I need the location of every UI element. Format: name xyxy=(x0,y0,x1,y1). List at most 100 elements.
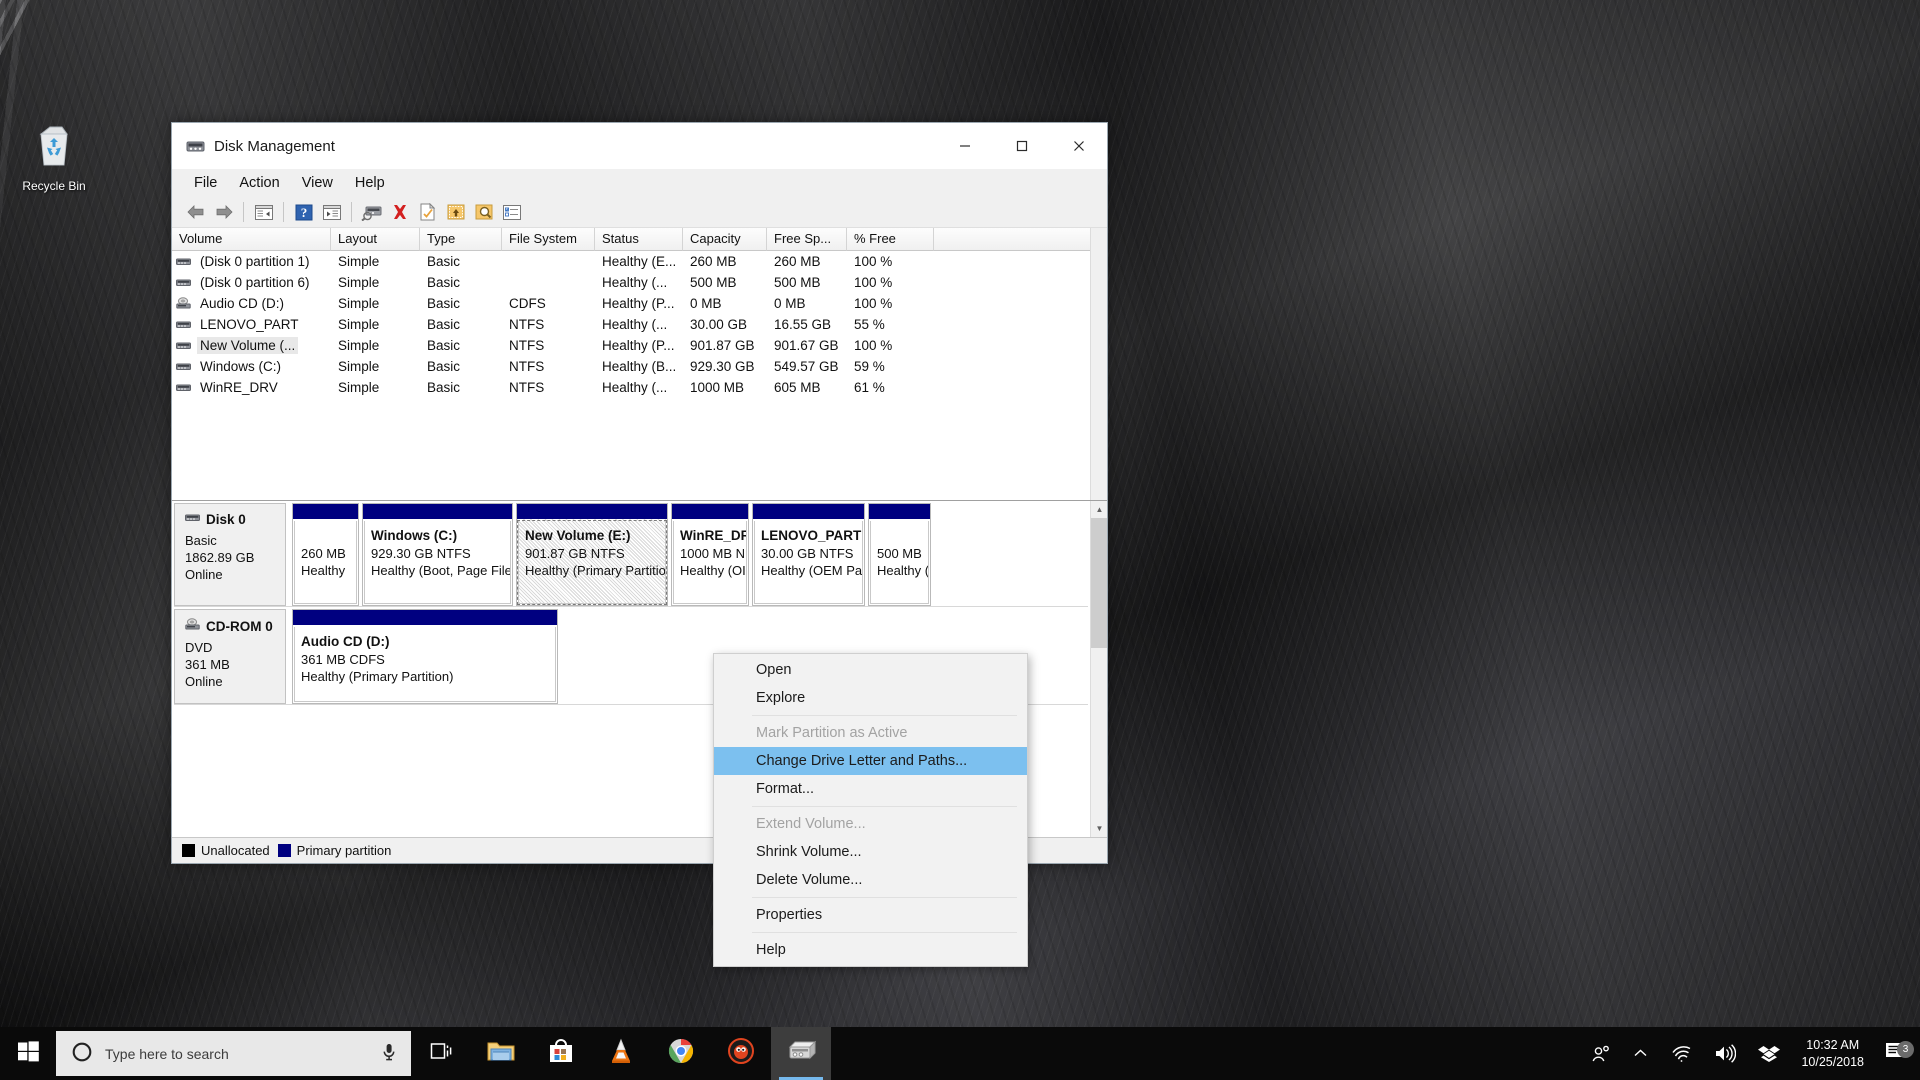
context-menu-separator xyxy=(752,897,1017,898)
back-icon[interactable] xyxy=(182,200,209,225)
table-row[interactable]: New Volume (... Simple Basic NTFS Healthy (P… xyxy=(172,335,1107,356)
taskbar-app-vlc[interactable] xyxy=(591,1027,651,1080)
column-header-blank[interactable] xyxy=(934,228,1107,251)
context-menu-item[interactable]: Delete Volume... xyxy=(714,866,1027,894)
people-icon[interactable] xyxy=(1580,1027,1622,1080)
taskbar-app-microsoft-store[interactable] xyxy=(531,1027,591,1080)
microphone-icon[interactable] xyxy=(381,1042,397,1065)
column-header-volume[interactable]: Volume xyxy=(172,228,331,251)
volume-icon[interactable] xyxy=(1703,1027,1747,1080)
toolbar-separator xyxy=(243,202,244,222)
scroll-up-arrow[interactable]: ▲ xyxy=(1091,501,1107,518)
wifi-icon[interactable] xyxy=(1659,1027,1703,1080)
volume-list-header: Volume Layout Type File System Status Ca… xyxy=(172,228,1107,251)
volume-name-cell: LENOVO_PART xyxy=(172,316,331,333)
taskbar-app-disk-management[interactable] xyxy=(771,1027,831,1080)
column-header-layout[interactable]: Layout xyxy=(331,228,420,251)
layout-cell: Simple xyxy=(338,254,380,269)
column-header-capacity[interactable]: Capacity xyxy=(683,228,767,251)
search-box[interactable]: Type here to search xyxy=(56,1031,411,1076)
start-button[interactable] xyxy=(0,1027,56,1080)
menu-help[interactable]: Help xyxy=(344,172,396,194)
context-menu-item[interactable]: Shrink Volume... xyxy=(714,838,1027,866)
table-row[interactable]: (Disk 0 partition 6) Simple Basic Healthy (… xyxy=(172,272,1107,293)
partition-name-label: New Volume (E:) xyxy=(525,528,631,543)
graphical-view-scrollbar[interactable]: ▲ ▼ xyxy=(1090,501,1107,837)
partition-status-label: Healthy xyxy=(301,563,346,578)
maximize-button[interactable] xyxy=(993,123,1050,169)
context-menu-item[interactable]: Open xyxy=(714,656,1027,684)
action-center-button[interactable]: 3 xyxy=(1878,1041,1920,1066)
find-icon[interactable] xyxy=(470,200,497,225)
type-cell: Basic xyxy=(427,275,461,290)
column-header-type[interactable]: Type xyxy=(420,228,502,251)
partition-details: Windows (C:) 929.30 GB NTFS Healthy (Boot,… xyxy=(364,521,511,604)
context-menu-item[interactable]: Help xyxy=(714,936,1027,964)
capacity-cell: 30.00 GB xyxy=(690,317,748,332)
minimize-button[interactable] xyxy=(936,123,993,169)
context-menu-item[interactable]: Explore xyxy=(714,684,1027,712)
context-menu-item[interactable]: Format... xyxy=(714,775,1027,803)
show-hidden-icons-icon[interactable] xyxy=(1622,1027,1659,1080)
table-row[interactable]: LENOVO_PART Simple Basic NTFS Healthy (... 30… xyxy=(172,314,1107,335)
partition-block[interactable]: 260 MB Healthy xyxy=(292,503,359,606)
properties-icon[interactable] xyxy=(414,200,441,225)
menu-file[interactable]: File xyxy=(183,172,228,194)
free-space-cell: 16.55 GB xyxy=(774,317,832,332)
context-menu-item[interactable]: Properties xyxy=(714,901,1027,929)
svg-text:?: ? xyxy=(300,205,307,220)
help-icon[interactable]: ? xyxy=(290,200,317,225)
window-titlebar[interactable]: Disk Management xyxy=(172,123,1107,169)
toolbar-separator xyxy=(351,202,352,222)
volume-name-cell: Audio CD (D:) xyxy=(172,295,331,312)
dropbox-icon[interactable] xyxy=(1747,1027,1791,1080)
desktop-icon-recycle-bin[interactable]: Recycle Bin xyxy=(8,120,100,193)
close-button[interactable] xyxy=(1050,123,1107,169)
delete-icon[interactable] xyxy=(386,200,413,225)
column-header-free-space[interactable]: Free Sp... xyxy=(767,228,847,251)
context-menu-item[interactable]: Change Drive Letter and Paths... xyxy=(714,747,1027,775)
table-row[interactable]: Windows (C:) Simple Basic NTFS Healthy (B...… xyxy=(172,356,1107,377)
disk-info-panel[interactable]: CD-ROM 0 DVD 361 MB Online xyxy=(174,609,286,704)
column-header-status[interactable]: Status xyxy=(595,228,683,251)
table-row[interactable]: WinRE_DRV Simple Basic NTFS Healthy (... 1000… xyxy=(172,377,1107,398)
partition-size-label: 1000 MB N xyxy=(680,546,746,561)
menu-action[interactable]: Action xyxy=(228,172,290,194)
scroll-thumb[interactable] xyxy=(1091,518,1107,648)
task-view-button[interactable] xyxy=(411,1027,471,1080)
volume-list-scrollbar[interactable] xyxy=(1090,228,1107,500)
legend-label-primary-partition: Primary partition xyxy=(296,843,392,858)
partition-block[interactable]: Windows (C:) 929.30 GB NTFS Healthy (Boot,… xyxy=(362,503,513,606)
export-list-icon[interactable] xyxy=(442,200,469,225)
partition-block[interactable]: Audio CD (D:) 361 MB CDFS Healthy (Primary… xyxy=(292,609,558,704)
partition-block[interactable]: 500 MB Healthy (C xyxy=(868,503,931,606)
taskbar-app-gimp[interactable] xyxy=(711,1027,771,1080)
scroll-down-arrow[interactable]: ▼ xyxy=(1091,820,1107,837)
taskbar-app-file-explorer[interactable] xyxy=(471,1027,531,1080)
show-hide-action-pane-icon[interactable] xyxy=(318,200,345,225)
disk-info-panel[interactable]: Disk 0 Basic 1862.89 GB Online xyxy=(174,503,286,606)
taskbar-app-chrome[interactable] xyxy=(651,1027,711,1080)
taskbar-clock[interactable]: 10:32 AM 10/25/2018 xyxy=(1791,1037,1878,1071)
partition-block[interactable]: New Volume (E:) 901.87 GB NTFS Healthy (Pr… xyxy=(516,503,668,606)
file-system-cell: NTFS xyxy=(509,359,545,374)
show-hide-console-tree-icon[interactable] xyxy=(250,200,277,225)
options-icon[interactable] xyxy=(498,200,525,225)
table-row[interactable]: Audio CD (D:) Simple Basic CDFS Healthy (P..… xyxy=(172,293,1107,314)
rescan-disks-icon[interactable] xyxy=(358,200,385,225)
menu-view[interactable]: View xyxy=(291,172,344,194)
capacity-cell: 929.30 GB xyxy=(690,359,755,374)
file-system-cell: NTFS xyxy=(509,338,545,353)
partition-name-spacer xyxy=(301,527,351,545)
column-header-file-system[interactable]: File System xyxy=(502,228,595,251)
column-header-percent-free[interactable]: % Free xyxy=(847,228,934,251)
forward-icon[interactable] xyxy=(210,200,237,225)
partition-capacity-bar xyxy=(293,504,358,519)
search-input-placeholder[interactable]: Type here to search xyxy=(105,1046,229,1062)
partition-block[interactable]: WinRE_DR 1000 MB N Healthy (OI xyxy=(671,503,749,606)
file-explorer-icon xyxy=(487,1039,515,1069)
partition-details: New Volume (E:) 901.87 GB NTFS Healthy (Pr… xyxy=(517,520,667,605)
google-chrome-icon xyxy=(668,1038,694,1069)
table-row[interactable]: (Disk 0 partition 1) Simple Basic Healthy (… xyxy=(172,251,1107,272)
partition-block[interactable]: LENOVO_PART 30.00 GB NTFS Healthy (OEM Par… xyxy=(752,503,865,606)
